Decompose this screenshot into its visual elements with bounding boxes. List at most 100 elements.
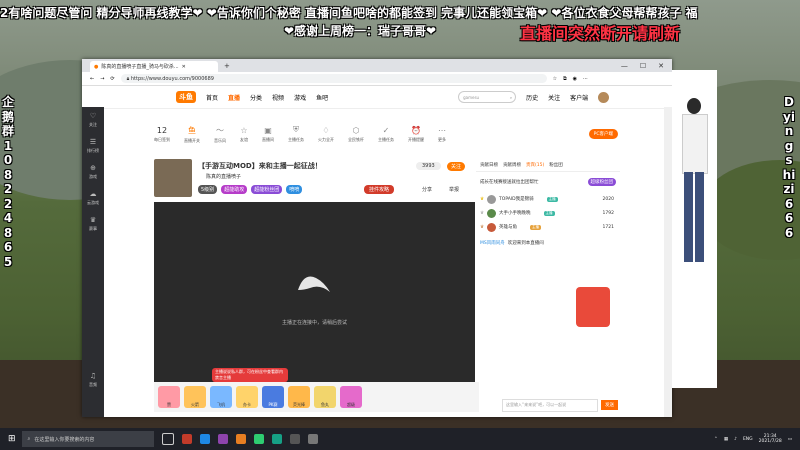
tag-spray[interactable]: 喷喷 xyxy=(286,185,303,194)
pk-button[interactable]: 挂件攻略 xyxy=(364,185,395,194)
follow-button[interactable]: 关注 xyxy=(447,162,466,171)
tab-weekly[interactable]: 贡献周榜 xyxy=(503,162,521,168)
clock[interactable]: 21:34 2021/7/28 xyxy=(759,434,782,444)
star-icon[interactable]: ☆ xyxy=(553,76,557,82)
notification-icon[interactable]: ▭ xyxy=(788,437,792,442)
extensions-icon[interactable]: ⧉ xyxy=(563,76,567,82)
super-fanclub-button[interactable]: 超级粉丝团 xyxy=(587,178,616,186)
menu-icon[interactable]: ⋯ xyxy=(583,76,588,82)
cat-anchor-task[interactable]: ✓ 主播任务 xyxy=(378,126,394,143)
new-tab-icon[interactable]: + xyxy=(224,62,230,70)
gift-item[interactable]: 飞机 xyxy=(210,386,232,408)
nav-live[interactable]: 直播 xyxy=(228,93,240,102)
maximize-icon[interactable]: ☐ xyxy=(640,62,646,70)
refresh-notice: 直播间突然断开请刷新 xyxy=(520,24,681,43)
app-icon[interactable] xyxy=(199,434,210,444)
follow-link[interactable]: 关注 xyxy=(548,93,560,102)
forward-icon[interactable]: → xyxy=(100,76,104,82)
rank-row[interactable]: ♛ 英雄与角 主播 1721 xyxy=(476,220,620,234)
gift-item[interactable]: 赞 xyxy=(158,386,180,408)
video-banner[interactable]: 主播说说私人群，可在粉丝中查看群内禁言主播 xyxy=(212,368,288,382)
reload-icon[interactable]: ⟳ xyxy=(110,76,114,82)
app-icon[interactable] xyxy=(217,434,228,444)
nav-game[interactable]: 游戏 xyxy=(294,93,306,102)
site-logo[interactable]: 斗鱼 xyxy=(176,91,196,103)
taskbar: ⊞ ⌕ 在这里输入你要搜索的内容 ⌃ ▦ ♪ ENG 21:34 2021/7/… xyxy=(0,428,800,450)
gift-item[interactable]: PK赛 xyxy=(262,386,284,408)
cat-room[interactable]: ▣ 直播间 xyxy=(262,126,274,143)
cat-friend[interactable]: ☆ 友谊 xyxy=(240,126,248,143)
gift-item[interactable]: 火箭 xyxy=(184,386,206,408)
profile-icon[interactable]: ◉ xyxy=(573,76,577,82)
tray-up-icon[interactable]: ⌃ xyxy=(714,437,718,442)
video-player[interactable]: 主播正在连接中，请稍后尝试 主播说说私人群，可在粉丝中查看群内禁言主播 xyxy=(154,202,475,382)
streamer-avatar[interactable] xyxy=(154,159,192,197)
client-link[interactable]: 客户端 xyxy=(570,93,588,102)
gift-item[interactable]: 荧光棒 xyxy=(288,386,310,408)
close-tab-icon[interactable]: ✕ xyxy=(182,64,186,70)
app-icon[interactable] xyxy=(253,434,264,444)
app-icon[interactable] xyxy=(307,434,318,444)
url-field[interactable]: 🔒︎ https://www.douyu.com/9000689 xyxy=(120,74,547,83)
app-icon[interactable] xyxy=(289,434,300,444)
rank-row[interactable]: ♛ 大手小手晚晚晚 主播 1792 xyxy=(476,206,620,220)
back-icon[interactable]: ← xyxy=(90,76,94,82)
tab-fanclub[interactable]: 粉丝团 xyxy=(549,162,563,168)
user-avatar[interactable] xyxy=(598,91,610,103)
gift-item[interactable]: 鱼丸 xyxy=(314,386,336,408)
sidebar-game[interactable]: ⊕ 游戏 xyxy=(82,159,104,185)
sidebar-cloud-game[interactable]: ☁ 云游戏 xyxy=(82,185,104,211)
site-search-input[interactable]: gamesu ⌕ xyxy=(458,91,517,103)
chat-input[interactable]: 这里输入“来来说”吧，可以一起说 xyxy=(502,398,598,412)
cat-more[interactable]: ⋯ 更多 xyxy=(438,126,446,143)
taskbar-search-input[interactable]: ⌕ 在这里输入你要搜索的内容 xyxy=(21,431,154,447)
sidebar-rank[interactable]: ☰ 排行榜 xyxy=(82,133,104,159)
app-icon[interactable] xyxy=(271,434,282,444)
send-button[interactable]: 发送 xyxy=(601,400,618,410)
close-window-icon[interactable]: ✕ xyxy=(658,62,664,70)
gift-item[interactable]: 办卡 xyxy=(236,386,258,408)
cat-signin[interactable]: 12 每日签到 xyxy=(154,126,170,143)
promo-gift-icon[interactable] xyxy=(576,287,610,327)
page-scrollbar[interactable] xyxy=(664,107,672,417)
chat-user[interactable]: MS风雨同舟 xyxy=(480,240,505,246)
cat-live-switch[interactable]: 鱼直播开关 xyxy=(184,125,200,144)
cat-music[interactable]: ～音乐风 xyxy=(214,125,226,144)
tag-assist[interactable]: 超能助攻 xyxy=(221,185,248,194)
search-icon[interactable]: ⌕ xyxy=(510,95,512,100)
streamer-name[interactable]: 陈真的直播喷子 xyxy=(206,173,241,180)
task-view-icon[interactable] xyxy=(161,433,174,445)
nav-home[interactable]: 首页 xyxy=(206,93,218,102)
sidebar-follow[interactable]: ♡ 关注 xyxy=(82,107,104,133)
tab-vip[interactable]: 贵宾(15) xyxy=(526,162,544,168)
app-icon[interactable] xyxy=(181,434,192,444)
chat-input-row: 这里输入“来来说”吧，可以一起说 发送 xyxy=(476,397,620,413)
cat-remind[interactable]: ⏰ 开播提醒 xyxy=(408,126,424,143)
minimize-icon[interactable]: — xyxy=(621,62,628,70)
share-link[interactable]: 分享 xyxy=(422,186,432,193)
language-indicator[interactable]: ENG xyxy=(743,437,753,442)
video-status-text: 主播正在连接中，请稍后尝试 xyxy=(281,320,347,326)
network-icon[interactable]: ▦ xyxy=(724,437,728,442)
tag-fanclub[interactable]: 超能粉丝团 xyxy=(251,185,283,194)
browser-tab[interactable]: ● 陈真的直播喷子直播_骑马与砍杀... ✕ xyxy=(90,61,218,72)
sidebar-audio[interactable]: ♫ 音频 xyxy=(82,367,104,393)
nav-video[interactable]: 视频 xyxy=(272,93,284,102)
windows-start-icon[interactable]: ⊞ xyxy=(8,434,16,444)
sidebar-esports[interactable]: ♛ 赛事 xyxy=(82,211,104,237)
tag-level[interactable]: 5级别 xyxy=(198,185,218,194)
nav-category[interactable]: 分类 xyxy=(250,93,262,102)
nav-yuba[interactable]: 鱼吧 xyxy=(316,93,328,102)
cat-fire[interactable]: ♢ 火力全开 xyxy=(318,126,334,143)
tab-daily[interactable]: 贡献日榜 xyxy=(480,162,498,168)
volume-icon[interactable]: ♪ xyxy=(734,437,737,442)
cat-fans[interactable]: ⬡ 全民铁杆 xyxy=(348,126,364,143)
wave-icon: ～ xyxy=(216,125,224,135)
pc-client-button[interactable]: PC客户端 xyxy=(588,129,618,139)
cat-task[interactable]: ⛨ 主播任务 xyxy=(288,125,304,143)
app-icon[interactable] xyxy=(235,434,246,444)
history-link[interactable]: 历史 xyxy=(526,93,538,102)
gift-item[interactable]: 超级 xyxy=(340,386,362,408)
rank-row[interactable]: ♛ TOPAID我是锦骑 主播 2020 xyxy=(476,192,620,206)
report-link[interactable]: 举报 xyxy=(449,186,459,193)
